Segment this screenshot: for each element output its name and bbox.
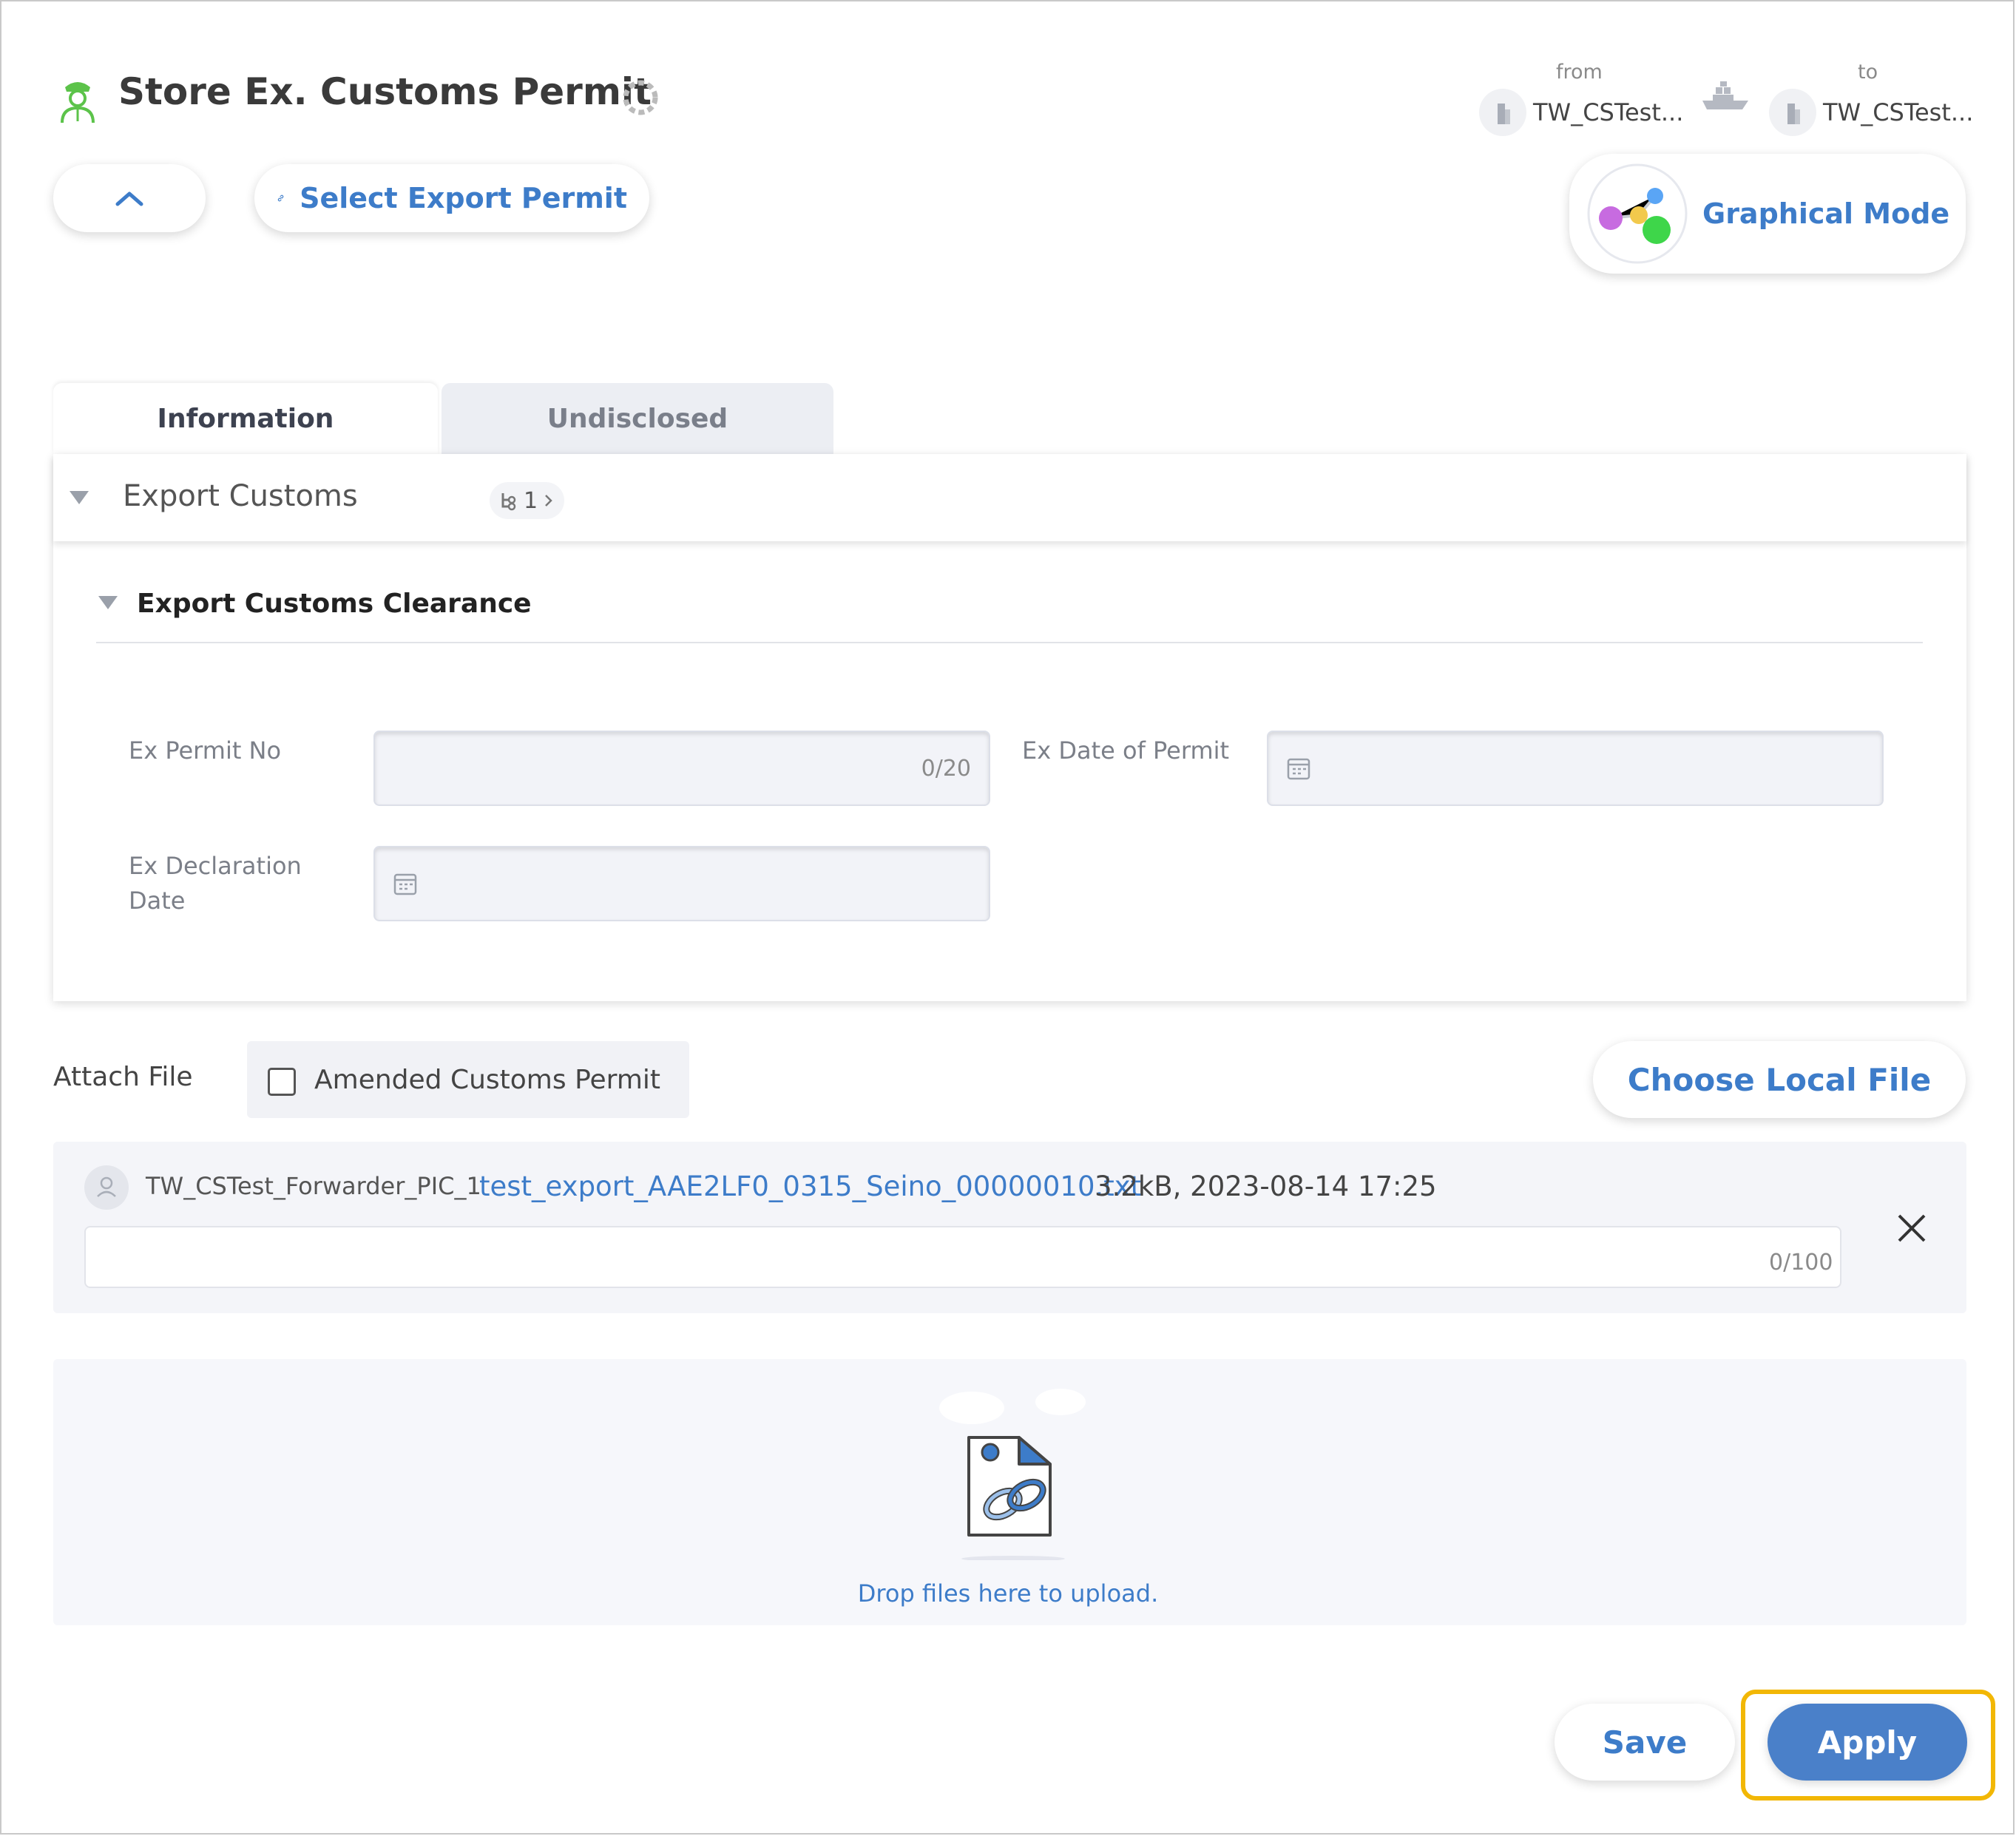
subsection-title: Export Customs Clearance xyxy=(137,589,532,619)
save-label: Save xyxy=(1602,1724,1688,1761)
file-comment-input[interactable] xyxy=(84,1226,1841,1288)
close-icon[interactable] xyxy=(1893,1210,1930,1247)
chevron-up-icon xyxy=(115,192,143,206)
hierarchy-icon xyxy=(501,493,516,511)
collapse-button[interactable] xyxy=(53,164,206,232)
ex-date-of-permit-input[interactable] xyxy=(1267,731,1884,806)
page-title: Store Ex. Customs Permit xyxy=(118,70,652,113)
ex-declaration-date-input[interactable] xyxy=(373,846,990,921)
ex-declaration-date-label: Ex Declaration Date xyxy=(129,849,302,918)
route-from-name: TW_CSTest... xyxy=(1533,98,1684,126)
caret-down-icon[interactable] xyxy=(70,491,89,504)
file-link[interactable]: test_export_AAE2LF0_0315_Seino_00000010.… xyxy=(479,1171,1141,1202)
choose-local-file-label: Choose Local File xyxy=(1627,1061,1932,1098)
ex-permit-no-counter: 0/20 xyxy=(921,756,971,782)
user-avatar-icon xyxy=(84,1165,129,1210)
attach-file-label: Attach File xyxy=(53,1062,193,1092)
file-uploader: TW_CSTest_Forwarder_PIC_1 xyxy=(146,1172,481,1200)
label-line: Date xyxy=(129,887,186,915)
calendar-icon xyxy=(393,873,417,895)
ex-date-of-permit-label: Ex Date of Permit xyxy=(1022,736,1230,765)
choose-local-file-button[interactable]: Choose Local File xyxy=(1593,1041,1966,1118)
ex-permit-no-input[interactable]: 0/20 xyxy=(373,731,990,806)
section-title: Export Customs xyxy=(123,479,358,513)
file-info: 3.2kB, 2023-08-14 17:25 xyxy=(1095,1171,1437,1202)
building-icon xyxy=(1769,89,1816,136)
route-from-label: from xyxy=(1556,61,1603,84)
amended-customs-permit-label[interactable]: Amended Customs Permit xyxy=(314,1065,660,1095)
loading-spinner-icon xyxy=(623,80,658,115)
tab-undisclosed[interactable]: Undisclosed xyxy=(442,383,833,454)
file-comment-counter: 0/100 xyxy=(1769,1250,1833,1276)
badge-count: 1 xyxy=(524,487,538,514)
chevron-right-icon xyxy=(545,495,552,507)
building-icon xyxy=(1479,89,1526,136)
customs-officer-icon xyxy=(61,82,95,123)
apply-highlight xyxy=(1741,1690,1995,1801)
label-line: Ex Declaration xyxy=(129,852,302,880)
caret-down-icon[interactable] xyxy=(98,596,118,609)
graphical-mode-button[interactable]: Graphical Mode xyxy=(1569,154,1966,274)
dropzone-hint: Drop files here to upload. xyxy=(857,1579,1159,1608)
section-relation-badge[interactable]: 1 xyxy=(490,482,565,519)
divider xyxy=(96,642,1923,643)
select-export-permit-button[interactable]: Select Export Permit xyxy=(254,164,649,232)
route-to-name: TW_CSTest... xyxy=(1823,98,1974,126)
graph-nodes-icon xyxy=(1587,163,1688,264)
calendar-icon xyxy=(1287,758,1310,780)
file-link-icon xyxy=(939,1389,1086,1560)
graphical-mode-label: Graphical Mode xyxy=(1702,197,1950,230)
route-to-label: to xyxy=(1858,61,1878,84)
save-button[interactable]: Save xyxy=(1555,1704,1735,1781)
ex-permit-no-label: Ex Permit No xyxy=(129,736,282,765)
ship-icon xyxy=(1702,81,1748,109)
amended-customs-permit-checkbox[interactable] xyxy=(268,1068,296,1096)
link-icon xyxy=(277,194,284,202)
tab-information[interactable]: Information xyxy=(53,383,438,454)
select-export-permit-label: Select Export Permit xyxy=(300,182,627,214)
